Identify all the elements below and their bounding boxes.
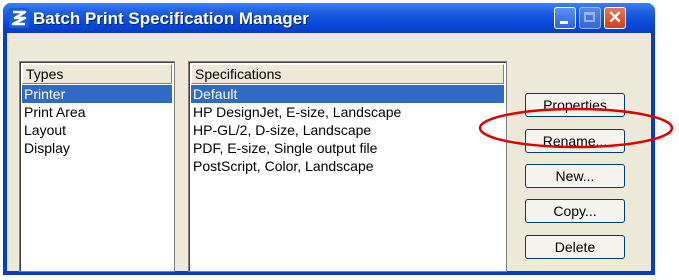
rename-button[interactable]: Rename...: [525, 129, 625, 153]
title-bar[interactable]: Batch Print Specification Manager ✕: [3, 3, 655, 33]
spec-item-postscript[interactable]: PostScript, Color, Landscape: [191, 157, 504, 175]
types-item-display[interactable]: Display: [22, 139, 172, 157]
close-icon: ✕: [607, 8, 623, 27]
minimize-icon: [560, 21, 568, 24]
spec-item-default[interactable]: Default: [191, 85, 504, 103]
delete-button[interactable]: Delete: [525, 235, 625, 259]
types-item-layout[interactable]: Layout: [22, 121, 172, 139]
types-list[interactable]: Types Printer Print Area Layout Display: [19, 61, 175, 272]
spec-item-hp-gl2[interactable]: HP-GL/2, D-size, Landscape: [191, 121, 504, 139]
copy-button[interactable]: Copy...: [525, 199, 625, 223]
window-title: Batch Print Specification Manager: [33, 9, 309, 28]
specifications-column-header[interactable]: Specifications: [191, 64, 504, 84]
new-button[interactable]: New...: [525, 164, 625, 188]
close-button[interactable]: ✕: [604, 7, 626, 29]
maximize-button[interactable]: [579, 7, 601, 29]
types-column-header[interactable]: Types: [22, 64, 172, 84]
specifications-list[interactable]: Specifications Default HP DesignJet, E-s…: [188, 61, 507, 272]
minimize-button[interactable]: [554, 7, 576, 29]
app-icon: [9, 8, 29, 28]
spec-item-pdf[interactable]: PDF, E-size, Single output file: [191, 139, 504, 157]
types-item-print-area[interactable]: Print Area: [22, 103, 172, 121]
properties-button[interactable]: Properties: [525, 93, 625, 117]
spec-item-hp-designjet[interactable]: HP DesignJet, E-size, Landscape: [191, 103, 504, 121]
dialog-body: Types Printer Print Area Layout Display …: [7, 33, 651, 272]
maximize-icon: [584, 12, 595, 22]
types-item-printer[interactable]: Printer: [22, 85, 172, 103]
dialog-window: Batch Print Specification Manager ✕ Type…: [3, 3, 655, 275]
